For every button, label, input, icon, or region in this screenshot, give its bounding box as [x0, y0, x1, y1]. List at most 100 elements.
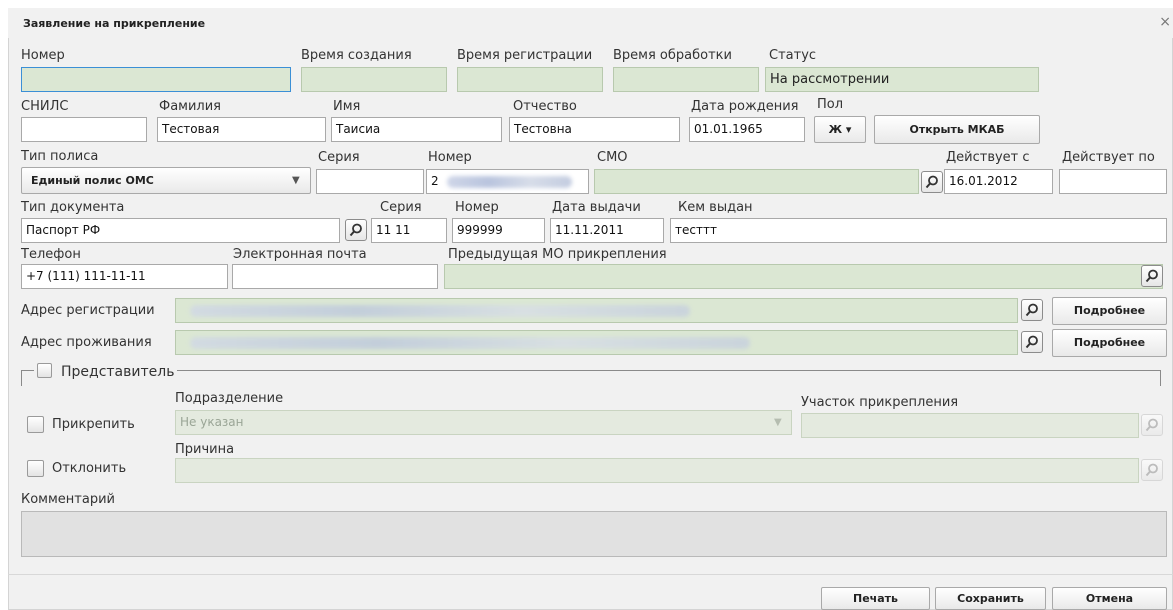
representative-fieldset	[21, 370, 1161, 386]
search-icon	[925, 175, 938, 189]
policy-type-label: Тип полиса	[21, 149, 99, 164]
registration-address-search-button[interactable]	[1021, 299, 1043, 321]
representative-legend: Представитель	[34, 361, 178, 381]
footer-divider	[8, 574, 1173, 575]
prev-mo-search-button[interactable]	[1141, 265, 1163, 287]
processed-label: Время обработки	[613, 48, 732, 63]
doc-series-label: Серия	[380, 200, 422, 215]
residence-details-button[interactable]: Подробнее	[1052, 329, 1167, 357]
save-button[interactable]: Сохранить	[935, 587, 1046, 610]
valid-to-label: Действует по	[1062, 150, 1155, 165]
comment-textarea[interactable]	[21, 511, 1167, 557]
redacted-text	[190, 304, 690, 317]
residence-address-input[interactable]	[175, 330, 1018, 355]
registration-address-label: Адрес регистрации	[21, 303, 155, 318]
attach-label: Прикрепить	[52, 417, 135, 432]
search-icon	[1145, 463, 1158, 477]
area-label: Участок прикрепления	[801, 395, 959, 410]
doc-number-label: Номер	[455, 200, 499, 215]
first-name-input[interactable]: Таисиа	[331, 117, 502, 142]
residence-address-search-button[interactable]	[1021, 331, 1043, 353]
redacted-text	[190, 336, 750, 349]
patronymic-input[interactable]: Тестовна	[509, 117, 680, 142]
department-select[interactable]: Не указан ▼	[175, 410, 792, 435]
phone-input[interactable]: +7 (111) 111-11-11	[21, 264, 228, 289]
comment-label: Комментарий	[21, 492, 115, 507]
last-name-input[interactable]: Тестовая	[157, 117, 326, 142]
first-name-label: Имя	[333, 99, 361, 114]
policy-number-input[interactable]: 2	[426, 169, 589, 194]
status-input[interactable]: На рассмотрении	[765, 67, 1039, 92]
doc-type-input[interactable]: Паспорт РФ	[21, 218, 340, 243]
sex-value: Ж	[828, 123, 843, 136]
registration-address-input[interactable]	[175, 298, 1018, 323]
prev-mo-label: Предыдущая МО прикрепления	[448, 247, 667, 262]
status-label: Статус	[769, 48, 817, 63]
birth-date-label: Дата рождения	[691, 99, 799, 114]
created-input[interactable]	[301, 67, 447, 92]
email-label: Электронная почта	[233, 247, 367, 262]
sex-select[interactable]: Ж ▾	[814, 116, 866, 143]
valid-from-input[interactable]: 16.01.2012	[944, 169, 1053, 194]
doc-series-input[interactable]: 11 11	[371, 218, 447, 243]
issued-by-input[interactable]: тесттт	[670, 218, 1167, 243]
attach-checkbox[interactable]	[27, 416, 44, 433]
reason-input[interactable]	[175, 458, 1139, 483]
area-input[interactable]	[801, 413, 1139, 438]
patronymic-label: Отчество	[513, 99, 577, 114]
snils-input[interactable]	[21, 117, 147, 142]
reason-search-button[interactable]	[1141, 459, 1163, 481]
valid-to-input[interactable]	[1059, 169, 1167, 194]
dialog-title: Заявление на прикрепление	[23, 17, 206, 30]
reason-label: Причина	[175, 442, 235, 457]
print-button[interactable]: Печать	[821, 587, 930, 610]
close-icon[interactable]: ×	[1159, 14, 1171, 30]
phone-label: Телефон	[21, 247, 81, 262]
chevron-down-icon: ▼	[292, 175, 300, 186]
issue-date-label: Дата выдачи	[552, 200, 641, 215]
policy-series-label: Серия	[318, 150, 360, 165]
number-input[interactable]	[21, 67, 291, 92]
reject-label: Отклонить	[52, 461, 127, 476]
created-label: Время создания	[301, 48, 412, 63]
doc-number-input[interactable]: 999999	[452, 218, 545, 243]
policy-series-input[interactable]	[316, 169, 424, 194]
reject-checkbox[interactable]	[27, 460, 44, 477]
search-icon	[1145, 418, 1158, 432]
processed-input[interactable]	[613, 67, 759, 92]
policy-number-prefix: 2	[431, 174, 439, 188]
smo-search-button[interactable]	[921, 171, 943, 193]
last-name-label: Фамилия	[159, 99, 221, 114]
department-label: Подразделение	[175, 391, 284, 406]
policy-number-label: Номер	[428, 150, 472, 165]
birth-date-input[interactable]: 01.01.1965	[689, 117, 805, 142]
smo-input[interactable]	[594, 169, 919, 194]
search-icon	[1145, 269, 1158, 283]
prev-mo-input[interactable]	[444, 264, 1163, 289]
search-icon	[349, 223, 362, 237]
registration-details-button[interactable]: Подробнее	[1052, 297, 1167, 325]
policy-type-value: Единый полис ОМС	[31, 174, 154, 187]
area-search-button[interactable]	[1141, 414, 1163, 436]
snils-label: СНИЛС	[21, 99, 69, 114]
number-label: Номер	[21, 48, 65, 63]
registered-input[interactable]	[457, 67, 603, 92]
department-value: Не указан	[180, 415, 244, 429]
representative-label: Представитель	[61, 364, 175, 380]
cancel-button[interactable]: Отмена	[1052, 587, 1167, 610]
email-input[interactable]	[232, 264, 438, 289]
registered-label: Время регистрации	[457, 48, 593, 63]
doc-type-search-button[interactable]	[345, 219, 367, 241]
valid-from-label: Действует с	[946, 150, 1030, 165]
sex-label: Пол	[817, 97, 844, 112]
chevron-down-icon: ▼	[774, 417, 782, 428]
issue-date-input[interactable]: 11.11.2011	[550, 218, 664, 243]
issued-by-label: Кем выдан	[678, 200, 753, 215]
residence-address-label: Адрес проживания	[21, 335, 152, 350]
doc-type-label: Тип документа	[21, 200, 125, 215]
policy-type-select[interactable]: Единый полис ОМС ▼	[21, 167, 311, 194]
smo-label: СМО	[597, 150, 628, 165]
dialog-titlebar: Заявление на прикрепление ×	[8, 8, 1173, 38]
chevron-down-icon: ▾	[845, 123, 852, 136]
open-mkab-button[interactable]: Открыть МКАБ	[874, 115, 1040, 144]
